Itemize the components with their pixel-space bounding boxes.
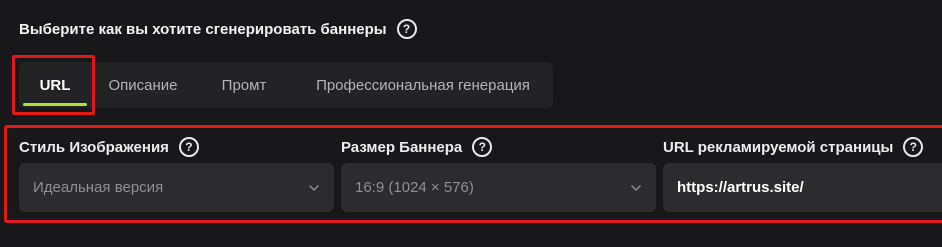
image-style-select[interactable]: Идеальная версия [19,163,334,212]
question-circle-icon[interactable]: ? [396,19,417,39]
section-heading-text: Выберите как вы хотите сгенерировать бан… [19,20,387,38]
banner-size-select[interactable]: 16:9 (1024 × 576) [341,163,656,212]
page-url-label-text: URL рекламируемой страницы [663,138,894,156]
tab-description[interactable]: Описание [91,62,195,108]
section-heading: Выберите как вы хотите сгенерировать бан… [19,19,417,39]
banner-generation-form: Выберите как вы хотите сгенерировать бан… [0,0,942,247]
tab-url[interactable]: URL [19,62,91,108]
banner-size-value: 16:9 (1024 × 576) [355,179,474,196]
tab-description-label: Описание [108,76,178,94]
question-circle-icon[interactable]: ? [903,137,924,157]
tab-professional-generation-label: Профессиональная генерация [316,76,530,94]
active-tab-indicator [23,103,87,106]
page-url-input[interactable]: https://artrus.site/ [663,163,942,212]
tab-url-label: URL [39,76,71,94]
page-url-value: https://artrus.site/ [677,179,804,196]
chevron-down-icon [309,184,319,191]
generation-mode-tabs: URL Описание Промт Профессиональная гене… [19,62,553,108]
chevron-down-icon [631,184,641,191]
tab-prompt[interactable]: Промт [195,62,293,108]
banner-size-label: Размер Баннера ? [341,137,493,157]
image-style-value: Идеальная версия [33,179,164,196]
question-circle-icon[interactable]: ? [178,137,199,157]
banner-size-label-text: Размер Баннера [341,138,463,156]
image-style-label: Стиль Изображения ? [19,137,199,157]
tab-prompt-label: Промт [221,76,267,94]
tab-professional-generation[interactable]: Профессиональная генерация [293,62,553,108]
page-url-label: URL рекламируемой страницы ? [663,137,924,157]
question-circle-icon[interactable]: ? [472,137,493,157]
image-style-label-text: Стиль Изображения [19,138,169,156]
